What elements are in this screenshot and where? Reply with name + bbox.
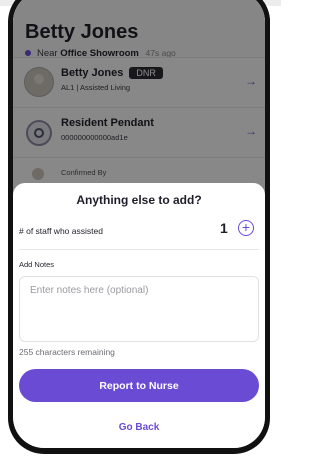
plus-icon[interactable]: + [238, 220, 254, 236]
bottom-sheet: Anything else to add? # of staff who ass… [13, 183, 265, 448]
notes-label: Add Notes [19, 260, 55, 269]
characters-remaining: 255 characters remaining [19, 347, 115, 357]
phone-frame: Betty Jones Near Office Showroom 47s ago… [8, 0, 270, 454]
notes-input[interactable] [19, 276, 259, 342]
divider [19, 249, 259, 250]
sheet-title: Anything else to add? [76, 193, 202, 207]
app-screen: Betty Jones Near Office Showroom 47s ago… [13, 0, 265, 448]
staff-count-value: 1 [220, 220, 228, 236]
go-back-button[interactable]: Go Back [13, 422, 265, 433]
report-to-nurse-button[interactable]: Report to Nurse [19, 369, 259, 402]
staff-count-label: # of staff who assisted [19, 226, 103, 236]
